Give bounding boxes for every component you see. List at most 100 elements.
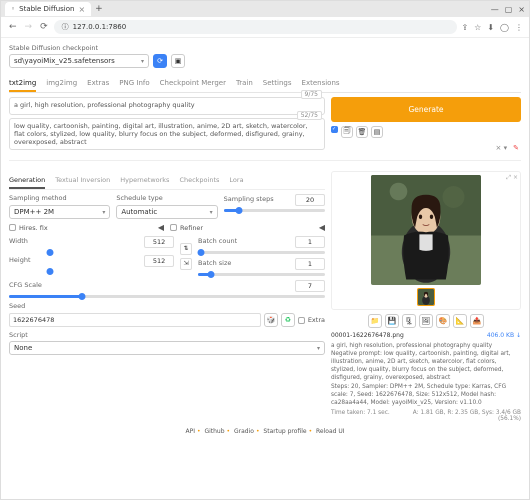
- forward-icon[interactable]: →: [23, 22, 35, 32]
- time-taken: Time taken: 7.1 sec.: [331, 410, 390, 416]
- close-preview-icon[interactable]: ×: [513, 174, 518, 181]
- chevron-down-icon: ▾: [317, 345, 320, 352]
- cfg-label: CFG Scale: [9, 281, 42, 289]
- subtab-ti[interactable]: Textual Inversion: [55, 173, 110, 189]
- batch-count-slider[interactable]: [198, 251, 325, 254]
- send-upscale-button[interactable]: 📤: [470, 314, 484, 328]
- seed-extra-toggle[interactable]: Extra: [298, 316, 325, 324]
- zip-button[interactable]: 🗜: [402, 314, 416, 328]
- subtab-hyper[interactable]: Hypernetworks: [120, 173, 169, 189]
- width-value[interactable]: 512: [144, 236, 174, 248]
- batch-count-value[interactable]: 1: [295, 236, 325, 248]
- subtab-ckpt[interactable]: Checkpoints: [179, 173, 219, 189]
- reload-icon[interactable]: ⟳: [38, 22, 50, 32]
- schedule-select[interactable]: Automatic▾: [116, 205, 217, 219]
- expand-icon: ◀: [158, 223, 164, 232]
- tab-pnginfo[interactable]: PNG Info: [119, 76, 149, 92]
- vram-stats: A: 1.81 GB, R: 2.35 GB, Sys: 3.4/6 GB (5…: [413, 410, 521, 422]
- new-tab-button[interactable]: +: [95, 4, 103, 14]
- negative-prompt-input[interactable]: 52/75 low quality, cartoonish, painting,…: [9, 118, 325, 150]
- save-button[interactable]: 💾: [385, 314, 399, 328]
- tab-extras[interactable]: Extras: [87, 76, 109, 92]
- edit-styles-button[interactable]: ✎: [513, 144, 519, 152]
- profile-icon[interactable]: ◯: [500, 23, 509, 32]
- tab-merger[interactable]: Checkpoint Merger: [160, 76, 226, 92]
- tab-settings[interactable]: Settings: [263, 76, 292, 92]
- share-icon[interactable]: ⇪: [461, 23, 468, 32]
- sampler-select[interactable]: DPM++ 2M▾: [9, 205, 110, 219]
- download-icon[interactable]: ⬇: [487, 23, 494, 32]
- height-value[interactable]: 512: [144, 255, 174, 267]
- hires-toggle[interactable]: Hires. fix◀: [9, 223, 164, 232]
- seed-input[interactable]: 1622676478: [9, 313, 261, 327]
- browser-tabbar: ◦ Stable Diffusion × + — ▢ ×: [1, 1, 529, 17]
- chevron-down-icon: ▾: [141, 58, 144, 65]
- send-img2img-button[interactable]: 🖼: [419, 314, 433, 328]
- open-folder-button[interactable]: 📁: [368, 314, 382, 328]
- address-bar: ← → ⟳ ⓘ 127.0.0.1:7860 ⇪ ☆ ⬇ ◯ ⋮: [1, 17, 529, 38]
- cfg-value[interactable]: 7: [295, 280, 325, 292]
- height-label: Height: [9, 256, 31, 264]
- footer-api[interactable]: API: [185, 428, 195, 435]
- extra-checkpoint-button[interactable]: ▣: [171, 54, 185, 68]
- menu-icon[interactable]: ⋮: [515, 23, 523, 32]
- cfg-slider[interactable]: [9, 295, 325, 298]
- footer-startup[interactable]: Startup profile: [263, 428, 306, 435]
- random-seed-button[interactable]: 🎲: [264, 313, 278, 327]
- queue-checkbox[interactable]: [331, 126, 338, 133]
- tab-txt2img[interactable]: txt2img: [9, 76, 36, 92]
- prompt-counter: 9/75: [301, 90, 322, 99]
- back-icon[interactable]: ←: [7, 22, 19, 32]
- batch-count-label: Batch count: [198, 237, 237, 245]
- steps-value[interactable]: 20: [295, 194, 325, 206]
- tab-favicon: ◦: [11, 5, 15, 13]
- checkpoint-select[interactable]: sd\yayoiMix_v25.safetensors▾: [9, 54, 149, 68]
- batch-size-label: Batch size: [198, 259, 231, 267]
- refresh-checkpoint-button[interactable]: ⟳: [153, 54, 167, 68]
- swap-dimensions-button[interactable]: ⇅: [180, 243, 192, 255]
- lock-aspect-button[interactable]: ⇲: [180, 258, 192, 270]
- refiner-toggle[interactable]: Refiner◀: [170, 223, 325, 232]
- neg-counter: 52/75: [297, 111, 322, 120]
- batch-size-value[interactable]: 1: [295, 258, 325, 270]
- generate-button[interactable]: Generate: [331, 97, 521, 122]
- output-filename[interactable]: 00001-1622676478.png: [331, 332, 404, 339]
- subtab-generation[interactable]: Generation: [9, 173, 45, 189]
- footer-reload[interactable]: Reload UI: [316, 428, 344, 435]
- script-label: Script: [9, 331, 325, 339]
- send-extras-button[interactable]: 📐: [453, 314, 467, 328]
- paste-button[interactable]: 🗐: [341, 126, 353, 138]
- clear-button[interactable]: 🗑: [356, 126, 368, 138]
- extra-button[interactable]: ▤: [371, 126, 383, 138]
- main-tabs: txt2img img2img Extras PNG Info Checkpoi…: [9, 76, 521, 93]
- chevron-down-icon: ▾: [102, 209, 105, 216]
- browser-tab[interactable]: ◦ Stable Diffusion ×: [5, 2, 91, 16]
- footer-github[interactable]: Github: [204, 428, 224, 435]
- batch-size-slider[interactable]: [198, 273, 325, 276]
- tab-train[interactable]: Train: [236, 76, 253, 92]
- tab-img2img[interactable]: img2img: [46, 76, 77, 92]
- url-input[interactable]: ⓘ 127.0.0.1:7860: [54, 20, 458, 34]
- fullscreen-icon[interactable]: ⤢: [506, 174, 511, 181]
- maximize-icon[interactable]: ▢: [505, 5, 513, 14]
- schedule-label: Schedule type: [116, 194, 217, 202]
- output-image[interactable]: [371, 175, 481, 285]
- prompt-input[interactable]: 9/75 a girl, high resolution, profession…: [9, 97, 325, 115]
- generated-image: [371, 175, 481, 285]
- star-icon[interactable]: ☆: [474, 23, 481, 32]
- steps-label: Sampling steps: [224, 195, 274, 203]
- send-inpaint-button[interactable]: 🎨: [436, 314, 450, 328]
- close-icon[interactable]: ×: [78, 5, 85, 14]
- minimize-icon[interactable]: —: [491, 5, 499, 14]
- output-thumbnail[interactable]: [417, 288, 435, 306]
- output-info: a girl, high resolution, professional ph…: [331, 342, 521, 407]
- info-icon: ⓘ: [62, 22, 69, 32]
- script-select[interactable]: None▾: [9, 341, 325, 355]
- footer-gradio[interactable]: Gradio: [234, 428, 254, 435]
- steps-slider[interactable]: [224, 209, 325, 212]
- output-filesize[interactable]: 406.0 KB ↓: [487, 332, 521, 339]
- close-extra-button[interactable]: × ▾: [496, 144, 508, 152]
- reuse-seed-button[interactable]: ♻: [281, 313, 295, 327]
- subtab-lora[interactable]: Lora: [229, 173, 243, 189]
- close-window-icon[interactable]: ×: [518, 5, 525, 14]
